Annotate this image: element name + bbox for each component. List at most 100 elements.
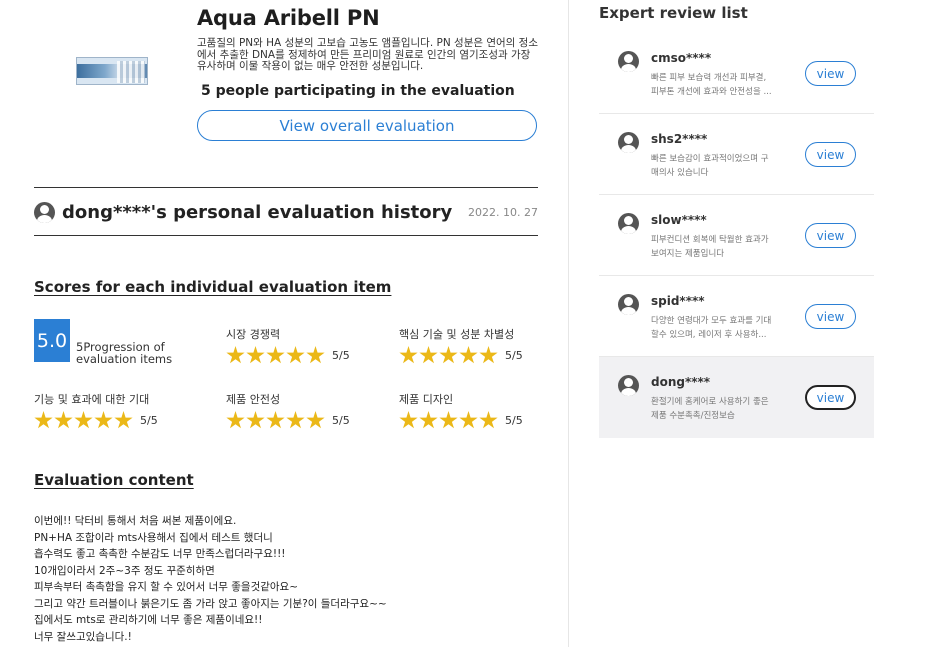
star-icon xyxy=(266,411,285,429)
personal-history-header: dong****'s personal evaluation history 2… xyxy=(34,199,538,225)
user-avatar-icon xyxy=(618,213,639,234)
star-rating: 5/5 xyxy=(399,346,523,365)
star-icon xyxy=(479,411,498,429)
star-icon xyxy=(479,346,498,364)
reviewer-name: dong**** xyxy=(651,375,711,389)
score-item-label: 제품 디자인 xyxy=(399,393,454,406)
content-line: 집에서도 mts로 관리하기에 너무 좋은 제품이네요!! xyxy=(34,614,263,626)
evaluation-main: Aqua Aribell PN 고품질의 PN와 HA 성분의 고보습 고농도 … xyxy=(0,0,568,647)
star-icon xyxy=(74,411,93,429)
reviewer-name: shs2**** xyxy=(651,132,708,146)
star-icon xyxy=(459,411,478,429)
view-review-button[interactable]: view xyxy=(805,61,856,86)
product-image xyxy=(76,57,148,85)
user-avatar-icon xyxy=(618,375,639,396)
score-item-label: 기능 및 효과에 대한 기대 xyxy=(34,393,150,406)
score-value: 5/5 xyxy=(505,414,523,427)
expert-review-panel: Expert review list cmso**** 빠른 피부 보습력 개선… xyxy=(569,0,949,647)
user-avatar-icon xyxy=(34,201,55,223)
star-icon xyxy=(94,411,113,429)
expert-review-card: slow**** 피부컨디션 회복에 탁월한 효과가 보여지는 제품입니다 vi… xyxy=(599,195,874,276)
view-review-button[interactable]: view xyxy=(805,304,856,329)
review-excerpt-line: 매의사 있습니다 xyxy=(651,168,709,178)
star-icon xyxy=(399,346,418,364)
score-item-market-competitiveness: 시장 경쟁력 5/5 xyxy=(226,326,350,365)
expert-review-card: spid**** 다양한 연령대가 모두 효과를 기대 할수 있으며, 레이저 … xyxy=(599,276,874,357)
product-title: Aqua Aribell PN xyxy=(197,6,380,30)
score-item-product-safety: 제품 안전성 5/5 xyxy=(226,391,350,430)
star-icon xyxy=(114,411,133,429)
star-icon xyxy=(266,346,285,364)
review-excerpt-line: 환절기에 홈케어로 사용하기 좋은 xyxy=(651,397,769,407)
scores-heading: Scores for each individual evaluation it… xyxy=(34,278,392,296)
star-icon xyxy=(459,346,478,364)
reviewer-name: cmso**** xyxy=(651,51,712,65)
review-excerpt-line: 보여지는 제품입니다 xyxy=(651,249,725,259)
review-excerpt-line: 할수 있으며, 레이저 후 사용하... xyxy=(651,330,767,340)
star-icon xyxy=(226,411,245,429)
divider xyxy=(34,235,538,236)
star-icon xyxy=(246,411,265,429)
user-avatar-icon xyxy=(618,132,639,153)
star-icon xyxy=(439,346,458,364)
review-excerpt-line: 피부톤 개선에 효과와 안전성을 ... xyxy=(651,87,772,97)
view-review-button[interactable]: view xyxy=(805,385,856,410)
user-avatar-icon xyxy=(618,294,639,315)
star-icon xyxy=(306,411,325,429)
score-value: 5/5 xyxy=(505,349,523,362)
star-icon xyxy=(419,346,438,364)
score-item-function-effect: 기능 및 효과에 대한 기대 5/5 xyxy=(34,391,158,430)
review-excerpt-line: 빠른 보습감이 효과적이었으며 구 xyxy=(651,154,769,164)
star-rating: 5/5 xyxy=(399,411,523,430)
score-value: 5/5 xyxy=(332,349,350,362)
star-icon xyxy=(286,346,305,364)
content-line: PN+HA 조합이라 mts사용해서 집에서 테스트 했더니 xyxy=(34,531,273,544)
review-excerpt-line: 빠른 피부 보습력 개선과 피부결, xyxy=(651,73,767,83)
content-line: 너무 잘쓰고있습니다.! xyxy=(34,630,132,643)
score-value: 5/5 xyxy=(332,414,350,427)
content-line: 10개입이라서 2주~3주 정도 꾸준히하면 xyxy=(34,564,215,577)
user-avatar-icon xyxy=(618,51,639,72)
product-description: 고품질의 PN와 HA 성분의 고보습 고농도 앰플입니다. PN 성분은 연어… xyxy=(197,37,538,72)
content-line: 흡수력도 좋고 촉촉한 수분감도 너무 만족스럽더라구요!!! xyxy=(34,548,286,560)
star-icon xyxy=(439,411,458,429)
participants-count: 5 people participating in the evaluation xyxy=(201,83,515,99)
history-title: dong****'s personal evaluation history xyxy=(62,201,453,223)
review-excerpt: 다양한 연령대가 모두 효과를 기대 할수 있으며, 레이저 후 사용하... xyxy=(651,314,786,342)
review-excerpt-line: 제품 수분촉촉/진정보습 xyxy=(651,411,735,421)
star-icon xyxy=(54,411,73,429)
review-excerpt: 빠른 보습감이 효과적이었으며 구 매의사 있습니다 xyxy=(651,152,786,180)
star-icon xyxy=(306,346,325,364)
overall-score-badge: 5.0 xyxy=(34,319,70,362)
expert-review-card: cmso**** 빠른 피부 보습력 개선과 피부결, 피부톤 개선에 효과와 … xyxy=(599,33,874,114)
content-line: 이번에!! 닥터비 통해서 처음 써본 제품이에요. xyxy=(34,515,237,527)
expert-review-card-selected: dong**** 환절기에 홈케어로 사용하기 좋은 제품 수분촉촉/진정보습 … xyxy=(599,357,874,438)
overall-score-caption: 5Progression of evaluation items xyxy=(76,340,173,366)
star-icon xyxy=(399,411,418,429)
review-excerpt: 피부컨디션 회복에 탁월한 효과가 보여지는 제품입니다 xyxy=(651,233,786,261)
score-item-label: 제품 안전성 xyxy=(226,393,281,406)
star-icon xyxy=(34,411,53,429)
reviewer-name: spid**** xyxy=(651,294,705,308)
view-review-button[interactable]: view xyxy=(805,223,856,248)
score-item-label: 핵심 기술 및 성분 차별성 xyxy=(399,328,515,341)
view-review-button[interactable]: view xyxy=(805,142,856,167)
review-excerpt-line: 피부컨디션 회복에 탁월한 효과가 xyxy=(651,235,769,245)
reviewer-name: slow**** xyxy=(651,213,707,227)
star-rating: 5/5 xyxy=(226,346,350,365)
evaluation-content: 이번에!! 닥터비 통해서 처음 써본 제품이에요. PN+HA 조합이라 mt… xyxy=(34,513,554,645)
review-excerpt: 빠른 피부 보습력 개선과 피부결, 피부톤 개선에 효과와 안전성을 ... xyxy=(651,71,786,99)
review-excerpt: 환절기에 홈케어로 사용하기 좋은 제품 수분촉촉/진정보습 xyxy=(651,395,786,423)
score-item-product-design: 제품 디자인 5/5 xyxy=(399,391,523,430)
star-icon xyxy=(286,411,305,429)
score-item-core-technology: 핵심 기술 및 성분 차별성 5/5 xyxy=(399,326,523,365)
star-icon xyxy=(226,346,245,364)
history-date: 2022. 10. 27 xyxy=(468,205,538,219)
star-icon xyxy=(246,346,265,364)
content-line: 그리고 약간 트러블이나 붉은기도 좀 가라 앉고 좋아지는 기분?이 들더라구… xyxy=(34,597,387,610)
expert-review-title: Expert review list xyxy=(599,4,748,22)
star-icon xyxy=(419,411,438,429)
divider xyxy=(34,187,538,188)
view-overall-evaluation-button[interactable]: View overall evaluation xyxy=(197,110,537,141)
score-value: 5/5 xyxy=(140,414,158,427)
